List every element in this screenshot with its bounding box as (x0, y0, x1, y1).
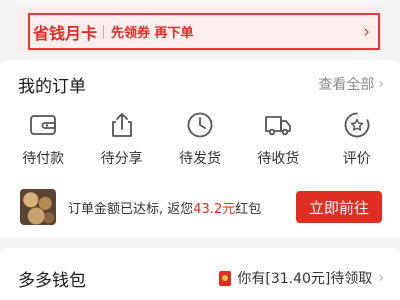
go-now-button[interactable]: 立即前往 (296, 191, 382, 223)
orders-title: 我的订单 (18, 77, 86, 97)
review-icon (344, 112, 370, 138)
tab-label: 待收货 (257, 151, 300, 167)
wallet-claim-link[interactable]: 你有[31.40元]待领取 › (219, 268, 384, 288)
promo-card-link[interactable]: 省钱月卡 先领券 再下单 › (28, 13, 380, 50)
reward-text: 订单金额已达标, 返您43.2元红包 (68, 198, 261, 217)
tab-label: 待发货 (178, 151, 221, 167)
reward-amount: 43.2元 (193, 201, 236, 217)
reward-notice: 订单金额已达标, 返您43.2元红包 立即前往 (0, 182, 400, 232)
promo-title: 省钱月卡 (33, 23, 98, 43)
red-packet-icon (219, 270, 232, 286)
chevron-right-icon: › (378, 76, 384, 92)
orders-card: 我的订单 查看全部 › 待付款 待分享 待发货 待收货 评价 订单金额已达标, … (0, 60, 400, 238)
wallet-claim-text: 你有[31.40元]待领取 (237, 271, 373, 287)
reward-text-suffix: 红包 (235, 201, 262, 217)
chevron-right-icon: › (378, 270, 384, 286)
tab-label: 待分享 (100, 151, 143, 167)
product-thumbnail (20, 189, 56, 225)
clock-icon (187, 112, 213, 138)
tab-pending-shipment[interactable]: 待发货 (165, 108, 235, 170)
wallet-icon (30, 115, 57, 135)
tab-pending-payment[interactable]: 待付款 (8, 108, 78, 170)
share-icon (111, 113, 132, 137)
wallet-card[interactable]: 多多钱包 你有[31.40元]待领取 › (0, 248, 400, 300)
promo-divider (103, 24, 105, 39)
view-all-orders-link[interactable]: 查看全部 › (318, 74, 384, 94)
tab-pending-receipt[interactable]: 待收货 (243, 108, 313, 170)
order-status-tabs: 待付款 待分享 待发货 待收货 评价 (0, 108, 400, 170)
promo-subtitle: 先领券 再下单 (111, 26, 194, 41)
tab-pending-share[interactable]: 待分享 (87, 108, 157, 170)
tab-label: 评价 (342, 151, 371, 167)
tab-label: 待付款 (22, 151, 65, 167)
view-all-label: 查看全部 (318, 77, 375, 93)
tab-review[interactable]: 评价 (322, 108, 392, 170)
truck-icon (265, 116, 292, 136)
chevron-right-icon: › (363, 21, 370, 42)
reward-text-prefix: 订单金额已达标, 返您 (68, 201, 194, 217)
wallet-title: 多多钱包 (18, 271, 86, 291)
